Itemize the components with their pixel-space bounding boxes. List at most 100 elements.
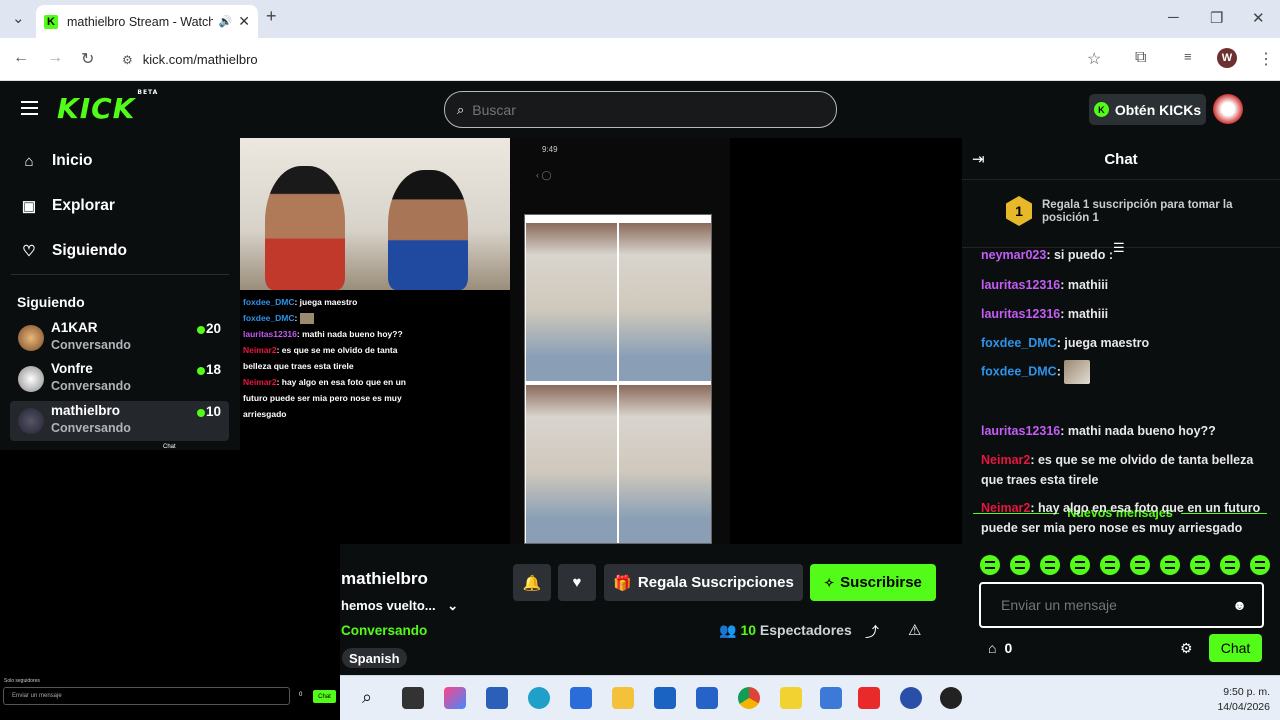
kick-favicon-icon: K	[44, 14, 58, 29]
copilot-icon[interactable]	[444, 687, 466, 709]
hamburger-menu-icon[interactable]	[21, 101, 38, 115]
site-info-icon[interactable]: ⚙	[122, 53, 133, 67]
search-box[interactable]: ⌕	[444, 91, 837, 128]
channel-name: mathielbro	[51, 403, 121, 418]
streamer-name[interactable]: mathielbro	[341, 569, 428, 589]
live-dot-icon	[197, 409, 205, 417]
viewer-count: 10	[206, 404, 222, 419]
live-dot-icon	[197, 367, 205, 375]
stream-category[interactable]: Conversando	[341, 623, 427, 638]
emoji-picker-icon[interactable]: ☻	[1232, 597, 1247, 613]
reload-icon[interactable]: ↻	[81, 49, 94, 69]
webcam-feed	[240, 138, 510, 290]
search-icon[interactable]: ⌕	[362, 687, 384, 709]
subscribe-button[interactable]: ✧ Suscribirse	[810, 564, 936, 601]
file-explorer-icon[interactable]	[612, 687, 634, 709]
tab-list-icon[interactable]: ⌄	[12, 9, 25, 27]
extensions-icon[interactable]: ⧉	[1135, 49, 1146, 67]
kicks-store[interactable]: ⌂ 0	[988, 640, 1012, 656]
forward-icon[interactable]: →	[47, 49, 63, 67]
follow-heart-button[interactable]: ♥	[558, 564, 596, 601]
emote-icon[interactable]	[1130, 555, 1150, 575]
close-window-icon[interactable]: ✕	[1252, 9, 1265, 27]
close-tab-icon[interactable]: ✕	[238, 13, 250, 30]
send-chat-button[interactable]: Chat	[1209, 634, 1262, 662]
chat-message-input[interactable]	[1001, 597, 1226, 613]
emote-icon[interactable]	[1070, 555, 1090, 575]
profile-avatar[interactable]: W	[1217, 48, 1237, 68]
emote-icon[interactable]	[1160, 555, 1180, 575]
store-icon[interactable]	[570, 687, 592, 709]
new-tab-icon[interactable]: +	[266, 6, 277, 27]
sidebar-item-siguiendo[interactable]: ♡ Siguiendo	[20, 242, 127, 260]
app-icon[interactable]	[486, 687, 508, 709]
emote-icon[interactable]	[1040, 555, 1060, 575]
sidebar-item-explorar[interactable]: ▣ Explorar	[20, 197, 115, 215]
phone-screen: 9:49 ‹ ◯	[510, 138, 730, 544]
speaker-icon[interactable]: 🔊	[219, 15, 233, 28]
address-bar[interactable]: ⚙ kick.com/mathielbro	[114, 44, 1124, 75]
sticky-notes-icon[interactable]	[780, 687, 802, 709]
mini-chat-label: Chat	[163, 444, 176, 450]
back-icon[interactable]: ←	[13, 49, 29, 67]
search-icon: ⌕	[457, 101, 465, 117]
chat-panel: ⇥ Chat 1 Regala 1 suscripción para tomar…	[962, 138, 1280, 675]
search-input[interactable]	[472, 101, 793, 118]
share-icon[interactable]: ⤴	[865, 622, 879, 642]
emote-icon[interactable]	[1220, 555, 1240, 575]
home-icon: ⌂	[24, 152, 34, 170]
sidebar-item-inicio[interactable]: ⌂ Inicio	[20, 152, 92, 170]
channel-item-a1kar[interactable]: A1KAR Conversando 20	[10, 318, 229, 358]
site-header: KICKBETA ⌕ K Obtén KICKs	[0, 81, 1280, 138]
obs-icon[interactable]	[940, 687, 962, 709]
channel-status: Conversando	[51, 379, 131, 393]
get-kicks-button[interactable]: K Obtén KICKs	[1089, 94, 1206, 125]
system-clock[interactable]: 9:50 p. m. 14/04/2026	[1198, 685, 1270, 715]
maximize-icon[interactable]: ❐	[1210, 9, 1223, 27]
chat-message: neymar023: si puedo :	[981, 248, 1113, 262]
chat-message: Neimar2: hay algo en esa foto que en un …	[981, 501, 1261, 535]
report-warning-icon[interactable]: ⚠	[908, 621, 921, 639]
notification-bell-button[interactable]: 🔔	[513, 564, 551, 601]
chevron-down-icon: ⌄	[447, 598, 459, 613]
minimize-icon[interactable]: ─	[1168, 9, 1179, 26]
emote-icon[interactable]	[1100, 555, 1120, 575]
following-heading: Siguiendo	[17, 294, 85, 310]
mini-chat-button: Chat	[313, 690, 336, 703]
browser-tab[interactable]: K mathielbro Stream - Watch 🔊 ✕	[36, 5, 258, 38]
app-icon[interactable]	[696, 687, 718, 709]
avatar	[18, 325, 44, 351]
video-player[interactable]: foxdee_DMC: juega maestro foxdee_DMC: la…	[240, 138, 962, 544]
gift-subs-button[interactable]: 🎁 Regala Suscripciones	[604, 564, 803, 601]
emote-icon[interactable]	[1010, 555, 1030, 575]
bookmark-star-icon[interactable]: ☆	[1087, 49, 1101, 69]
edge-icon[interactable]	[528, 687, 550, 709]
channel-item-vonfre[interactable]: Vonfre Conversando 18	[10, 359, 229, 399]
avatar	[18, 366, 44, 392]
stream-title[interactable]: hemos vuelto... ⌄	[341, 598, 458, 614]
youtube-icon[interactable]	[858, 687, 880, 709]
kick-logo[interactable]: KICK BETA	[57, 89, 157, 125]
emote-icon[interactable]	[1250, 555, 1270, 575]
emote-icon[interactable]	[980, 555, 1000, 575]
chat-message: Neimar2: es que se me olvido de tanta be…	[981, 453, 1254, 487]
rank-badge: 1	[1006, 196, 1032, 226]
url-text: kick.com/mathielbro	[142, 52, 258, 67]
pinned-gift-banner[interactable]: 1 Regala 1 suscripción para tomar la pos…	[962, 180, 1280, 248]
language-tag[interactable]: Spanish	[342, 648, 407, 668]
chrome-icon[interactable]	[738, 687, 760, 709]
calculator-icon[interactable]	[820, 687, 842, 709]
chat-input-box[interactable]: ☻	[979, 582, 1264, 628]
mini-count: 0	[299, 692, 303, 698]
channel-item-mathielbro[interactable]: mathielbro Conversando 10	[10, 401, 229, 441]
outlook-icon[interactable]	[654, 687, 676, 709]
chat-message: foxdee_DMC: juega maestro	[981, 336, 1150, 350]
chat-message: lauritas12316: mathi nada bueno hoy??	[981, 424, 1216, 438]
task-view-icon[interactable]	[402, 687, 424, 709]
emote-icon[interactable]	[1190, 555, 1210, 575]
user-avatar[interactable]	[1213, 94, 1243, 124]
chat-settings-icon[interactable]: ⚙	[1180, 640, 1193, 657]
menu-dots-icon[interactable]: ⋮	[1258, 49, 1274, 69]
media-control-icon[interactable]: ≡	[1184, 49, 1192, 64]
app-icon[interactable]	[900, 687, 922, 709]
